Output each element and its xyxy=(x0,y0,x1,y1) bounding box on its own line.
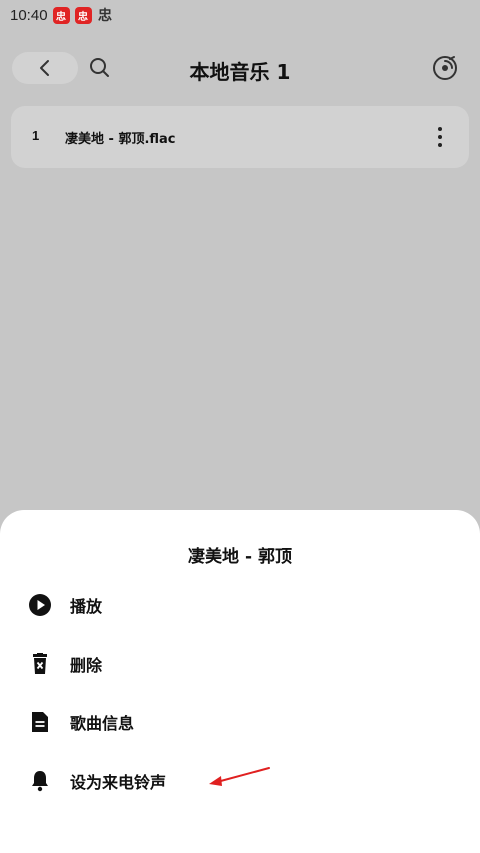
action-bottom-sheet: 凄美地 - 郭顶 播放 删除 歌曲信息 设为来电铃声 xyxy=(0,510,480,853)
app-notification-icon: 忠 xyxy=(74,6,92,24)
list-item[interactable]: 1 凄美地 - 郭顶.flac xyxy=(11,106,469,168)
more-dots-icon xyxy=(438,127,442,131)
disc-icon xyxy=(433,56,457,80)
song-title: 凄美地 - 郭顶.flac xyxy=(65,132,176,147)
more-dots-icon xyxy=(438,143,442,147)
more-dots-icon xyxy=(438,135,442,139)
trash-icon xyxy=(28,652,52,676)
now-playing-button[interactable] xyxy=(431,54,459,82)
menu-item-song-info[interactable]: 歌曲信息 xyxy=(0,697,480,747)
document-icon xyxy=(28,710,52,734)
sheet-title: 凄美地 - 郭顶 xyxy=(188,547,292,567)
menu-item-label: 播放 xyxy=(70,597,103,616)
menu-item-delete[interactable]: 删除 xyxy=(0,639,480,689)
more-options-button[interactable] xyxy=(429,123,451,151)
menu-item-label: 歌曲信息 xyxy=(70,714,135,733)
menu-item-label: 设为来电铃声 xyxy=(70,773,167,792)
header: 本地音乐 1 xyxy=(0,46,480,92)
play-circle-icon xyxy=(28,593,52,617)
page-title: 本地音乐 1 xyxy=(189,60,291,84)
status-bar: 10:40 忠 忠 忠 xyxy=(0,0,480,30)
annotation-arrow-icon xyxy=(209,767,270,786)
menu-item-play[interactable]: 播放 xyxy=(0,580,480,630)
status-time: 10:40 xyxy=(10,6,48,24)
app-notification-icon: 忠 xyxy=(98,8,113,24)
app-notification-icon: 忠 xyxy=(52,6,70,24)
bell-icon xyxy=(28,769,52,793)
song-index: 1 xyxy=(32,128,40,143)
menu-item-label: 删除 xyxy=(70,656,103,675)
